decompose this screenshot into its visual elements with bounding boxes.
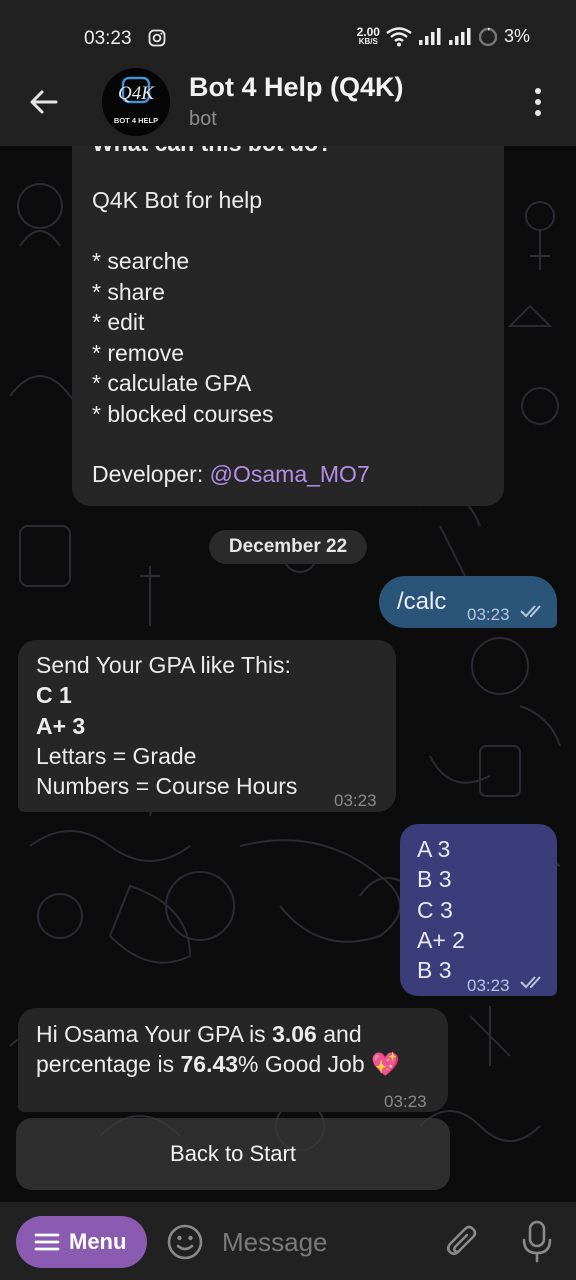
microphone-icon[interactable] [520, 1220, 554, 1264]
bot-intro-message: What can this bot do? Q4K Bot for help *… [72, 110, 504, 506]
back-to-start-button[interactable]: Back to Start [16, 1118, 450, 1190]
chat-title[interactable]: Bot 4 Help (Q4K) [189, 72, 404, 103]
feature-item: * remove [92, 339, 185, 366]
sparkling-heart-icon: 💖 [371, 1051, 400, 1077]
percentage-value: 76.43 [180, 1051, 239, 1077]
feature-item: * searche [92, 248, 190, 274]
signal-icon [448, 27, 471, 45]
message-line: Lettars = Grade [36, 743, 197, 769]
message-text: /calc [397, 588, 447, 615]
attachment-icon[interactable] [444, 1222, 480, 1262]
chat-subtitle: bot [189, 108, 217, 130]
message-time: 03:23 [467, 976, 510, 995]
menu-label: Menu [69, 1229, 127, 1254]
grade-line: A 3 [417, 836, 451, 862]
double-check-icon [520, 976, 541, 989]
result-line-1: Hi Osama Your GPA is 3.06 and [36, 1021, 362, 1047]
message-input[interactable] [222, 1222, 422, 1262]
developer-link[interactable]: @Osama_MO7 [210, 461, 370, 487]
feature-item: * share [92, 278, 165, 305]
bot-avatar[interactable]: Q4K BOT 4 HELP [102, 68, 170, 136]
chat-header: 03:23 2.00 KB/S 3% Q4K BOT 4 HELP Bot 4 … [0, 0, 576, 146]
battery-percent: 3% [503, 26, 530, 46]
instagram-icon [148, 29, 166, 47]
more-vertical-icon[interactable] [526, 84, 550, 120]
grade-line: C 3 [417, 897, 453, 923]
back-arrow-icon[interactable] [26, 84, 62, 120]
battery-icon [478, 27, 498, 46]
network-speed: 2.00 KB/S [356, 24, 380, 46]
grade-line: A+ 2 [417, 927, 465, 953]
menu-button[interactable]: Menu [16, 1216, 147, 1268]
double-check-icon [520, 605, 541, 618]
status-time: 03:23 [84, 28, 132, 49]
example-line: C 1 [36, 682, 72, 708]
message-time: 03:23 [334, 791, 377, 810]
message-time: 03:23 [384, 1092, 427, 1111]
result-line-2: percentage is 76.43% Good Job 💖 [36, 1051, 400, 1077]
wifi-icon [386, 26, 412, 46]
q4k-logo: Q4K BOT 4 HELP [102, 68, 170, 136]
signal-icon [418, 27, 441, 45]
message-time: 03:23 [467, 605, 510, 624]
date-separator: December 22 [209, 530, 367, 564]
svg-text:BOT 4 HELP: BOT 4 HELP [114, 116, 158, 125]
emoji-icon[interactable] [166, 1223, 204, 1261]
developer-line: Developer: @Osama_MO7 [92, 459, 370, 490]
gpa-value: 3.06 [272, 1021, 317, 1047]
input-bar: Menu [0, 1202, 576, 1280]
message-line: Numbers = Course Hours [36, 773, 298, 799]
incoming-message: Send Your GPA like This: C 1 A+ 3 Lettar… [18, 640, 396, 812]
feature-item: * calculate GPA [92, 370, 252, 396]
example-line: A+ 3 [36, 713, 86, 739]
grade-line: B 3 [417, 957, 452, 983]
status-indicators: 2.00 KB/S 3% [357, 26, 530, 47]
grade-line: B 3 [417, 866, 452, 892]
svg-text:Q4K: Q4K [118, 83, 155, 104]
hamburger-icon [34, 1233, 60, 1251]
outgoing-message: /calc 03:23 [379, 576, 557, 628]
intro-line: Q4K Bot for help [92, 187, 263, 213]
developer-label: Developer: [92, 461, 210, 487]
incoming-message: Hi Osama Your GPA is 3.06 and percentage… [18, 1008, 448, 1112]
app-bar: Q4K BOT 4 HELP Bot 4 Help (Q4K) bot [0, 62, 576, 146]
message-line: Send Your GPA like This: [36, 652, 291, 678]
feature-item: * edit [92, 309, 145, 335]
outgoing-message: A 3 B 3 C 3 A+ 2 B 3 03:23 [400, 824, 557, 996]
feature-list: * searche * share * edit * remove * calc… [92, 246, 274, 429]
feature-item: * blocked courses [92, 400, 274, 427]
